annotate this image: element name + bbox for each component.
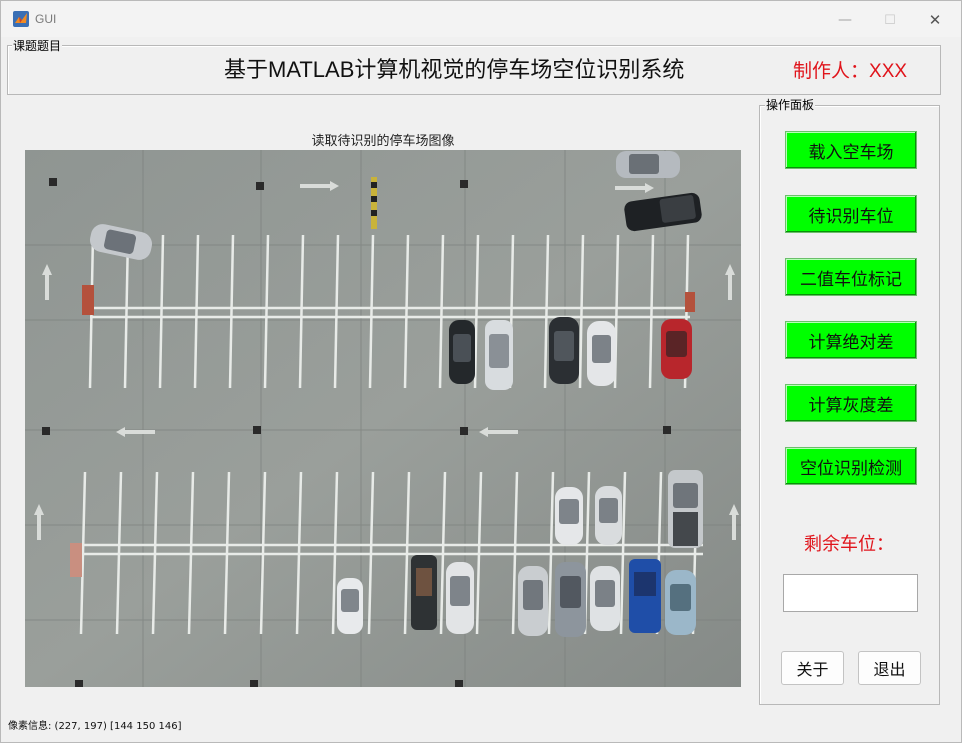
vacancy-detect-button[interactable]: 空位识别检测 [785, 447, 917, 485]
pending-spaces-button[interactable]: 待识别车位 [785, 195, 917, 233]
pixel-info-status: 像素信息: (227, 197) [144 150 146] [8, 721, 182, 732]
remaining-spaces-label: 剩余车位： [804, 534, 894, 555]
maximize-button[interactable]: ☐ [867, 7, 913, 33]
matlab-icon [13, 11, 29, 27]
binary-marking-button[interactable]: 二值车位标记 [785, 258, 917, 296]
maximize-icon: ☐ [884, 12, 896, 28]
minimize-icon: — [838, 12, 852, 28]
title-panel-legend: 课题题目 [12, 39, 63, 53]
about-button[interactable]: 关于 [781, 651, 844, 685]
author-label: 制作人：XXX [793, 56, 907, 83]
author-prefix: 制作人： [793, 60, 870, 82]
author-name: XXX [869, 61, 908, 82]
gray-diff-button[interactable]: 计算灰度差 [785, 384, 917, 422]
close-button[interactable]: ✕ [912, 7, 958, 33]
minimize-button[interactable]: — [822, 7, 868, 33]
parking-lot-photo [25, 150, 741, 687]
load-empty-lot-button[interactable]: 载入空车场 [785, 131, 917, 169]
title-bar: GUI — ☐ ✕ [1, 1, 961, 37]
window-title: GUI [35, 12, 57, 26]
parking-lot-image[interactable] [25, 150, 741, 687]
image-caption: 读取待识别的停车场图像 [311, 134, 455, 149]
remaining-spaces-field[interactable] [783, 574, 918, 612]
control-panel-legend: 操作面板 [765, 98, 816, 112]
close-icon: ✕ [928, 11, 942, 29]
page-title: 基于MATLAB计算机视觉的停车场空位识别系统 [224, 57, 685, 82]
exit-button[interactable]: 退出 [858, 651, 921, 685]
absolute-diff-button[interactable]: 计算绝对差 [785, 321, 917, 359]
